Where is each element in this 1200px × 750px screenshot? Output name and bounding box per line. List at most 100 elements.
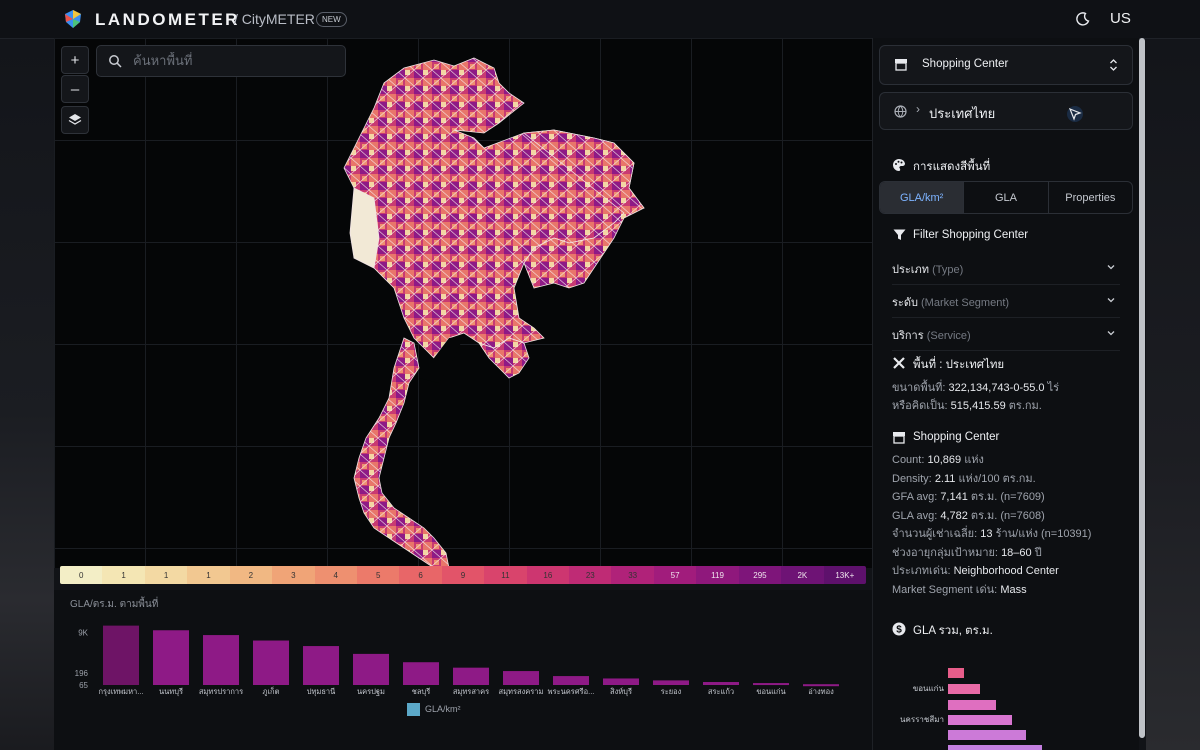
zoom-out-button[interactable]: –	[61, 75, 89, 103]
stat-label: ประเภทเด่น:	[892, 565, 951, 577]
legend-bin: 16	[526, 566, 570, 584]
brand-name[interactable]: LANDOMETER	[95, 10, 240, 30]
choropleth-map[interactable]: + –	[54, 38, 872, 568]
x-tick-label: อ่างทอง	[808, 687, 834, 696]
legend-bin: 1	[187, 566, 230, 584]
area-size-label: ขนาดพื้นที่:	[892, 382, 946, 394]
globe-icon	[894, 105, 907, 118]
stat-line: จำนวนผู้เช่าเฉลี่ย: 13 ร้าน/แห่ง (n=1039…	[892, 524, 1091, 542]
stat-unit: ตร.ม. (n=7608)	[970, 509, 1045, 522]
filter-segment-label: ระดับ	[892, 297, 918, 309]
mini-label: นครราชสีมา	[900, 715, 944, 724]
bar[interactable]	[453, 667, 489, 685]
x-tick-label: นนทบุรี	[159, 687, 183, 696]
bar[interactable]	[203, 635, 239, 685]
filter-type[interactable]: ประเภท (Type)	[892, 260, 1120, 285]
stat-value: 7,141	[940, 491, 968, 503]
color-legend: 0 1 1 1 2 3 4 5 6 9 11 16 23 33 57 119 295 2K 13K+	[60, 566, 866, 584]
x-tick-label: ขอนแก่น	[756, 687, 785, 696]
area-size-value: 322,134,743-0-55.0	[948, 382, 1045, 394]
tab-properties[interactable]: Properties	[1047, 182, 1132, 213]
area-size-unit: ไร่	[1047, 382, 1060, 394]
stat-value: 10,869	[927, 454, 962, 466]
stat-value: Mass	[1000, 583, 1027, 596]
tab-gla[interactable]: GLA	[963, 182, 1047, 213]
bar-chart-area: GLA/ตร.ม. ตามพื้นที่ 9K 196 65 กรุงเทพมหา..…	[54, 590, 872, 750]
language-toggle[interactable]: US	[1110, 10, 1131, 27]
mini-bar	[948, 715, 1012, 725]
dollar-icon: $	[892, 622, 906, 636]
store-icon	[893, 432, 905, 444]
x-tick-label: นครปฐม	[357, 687, 385, 696]
bar[interactable]	[303, 646, 339, 685]
legend-bin: 33	[611, 566, 654, 584]
stat-unit: แห่ง/100 ตร.กม.	[958, 472, 1036, 485]
dark-mode-icon[interactable]	[1075, 11, 1091, 27]
panel-scrollbar[interactable]	[1139, 38, 1145, 738]
legend-bin: 295	[738, 566, 782, 584]
location-name[interactable]: ประเทศไทย	[929, 103, 995, 124]
zoom-in-button[interactable]: +	[61, 46, 89, 74]
tab-gla-km2[interactable]: GLA/km²	[880, 182, 964, 213]
bar[interactable]	[253, 640, 289, 685]
x-tick-label: ภูเก็ต	[263, 686, 280, 696]
filter-market-segment[interactable]: ระดับ (Market Segment)	[892, 293, 1120, 318]
cursor-icon	[1067, 106, 1083, 122]
bar-chart[interactable]: 9K 196 65 กรุงเทพมหา... นนทบุรี สมุทรปราการ ภู…	[54, 590, 872, 750]
bar[interactable]	[103, 625, 139, 685]
x-tick-label: สมุทรสาคร	[453, 687, 489, 696]
mini-bar	[948, 668, 964, 678]
bar[interactable]	[153, 630, 189, 685]
store-icon	[895, 59, 907, 71]
x-tick-label: ระยอง	[661, 687, 682, 696]
legend-bin: 2	[229, 566, 273, 584]
mini-label: ขอนแก่น	[913, 684, 945, 693]
chevron-down-icon	[1107, 298, 1115, 303]
stat-unit: แห่ง	[964, 454, 984, 466]
sub-brand[interactable]: / CityMETER	[234, 11, 315, 27]
stat-line: Market Segment เด่น: Mass	[892, 580, 1027, 598]
chevron-down-icon	[1107, 265, 1115, 270]
app-header: LANDOMETER / CityMETER NEW US	[0, 0, 1200, 39]
search-icon	[109, 55, 122, 68]
color-tabs: GLA/km² GLA Properties	[879, 181, 1133, 214]
chart-legend-label: GLA/km²	[425, 704, 461, 714]
bar[interactable]	[653, 680, 689, 685]
area-equiv-unit: ตร.กม.	[1008, 400, 1042, 412]
left-backdrop	[0, 0, 54, 750]
filter-service[interactable]: บริการ (Service)	[892, 326, 1120, 351]
legend-bin: 13K+	[823, 566, 866, 584]
type-select[interactable]: Shopping Center	[879, 45, 1133, 85]
stat-line: Count: 10,869 แห่ง	[892, 450, 984, 468]
bar[interactable]	[353, 653, 389, 685]
stat-unit: ปี	[1034, 546, 1042, 559]
bar[interactable]	[553, 676, 589, 685]
palette-icon	[893, 158, 906, 171]
area-title: พื้นที่ : ประเทศไทย	[913, 359, 1005, 371]
bar[interactable]	[403, 662, 439, 685]
bar[interactable]	[803, 684, 839, 687]
x-tick-label: สมุทรปราการ	[199, 687, 243, 696]
stat-label: Market Segment เด่น:	[892, 583, 998, 596]
legend-bin: 4	[314, 566, 357, 584]
location-breadcrumb[interactable]: › ประเทศไทย	[879, 92, 1133, 130]
layers-button[interactable]	[61, 106, 89, 134]
stat-line: GFA avg: 7,141 ตร.ม. (n=7609)	[892, 487, 1045, 505]
search-input[interactable]	[131, 52, 335, 69]
layers-icon	[68, 114, 82, 125]
bar[interactable]	[703, 682, 739, 685]
area-equiv-value: 515,415.59	[950, 400, 1006, 412]
bar[interactable]	[753, 683, 789, 686]
legend-bin: 0	[60, 566, 103, 584]
x-tick-label: พระนครศรีอ...	[548, 687, 595, 696]
tools-icon	[893, 357, 905, 369]
thailand-map-shape[interactable]	[54, 38, 872, 568]
stat-unit: ร้าน/แห่ง (n=10391)	[995, 528, 1092, 540]
bar[interactable]	[603, 678, 639, 685]
filter-icon	[893, 229, 906, 240]
stat-label: ช่วงอายุกลุ่มเป้าหมาย:	[892, 546, 998, 559]
x-tick-label: สิงห์บุรี	[610, 687, 632, 696]
bar[interactable]	[503, 671, 539, 685]
chevron-updown-icon	[1110, 59, 1117, 71]
search-box[interactable]	[96, 45, 346, 77]
